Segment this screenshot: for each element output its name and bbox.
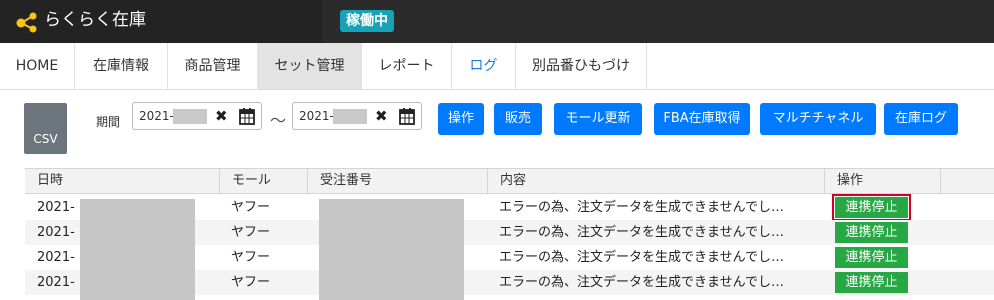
column-header-action: 操作 xyxy=(824,169,940,193)
nav-report[interactable]: レポート xyxy=(362,43,452,89)
column-header-content: 内容 xyxy=(487,169,824,193)
sales-button[interactable]: 販売 xyxy=(494,103,542,135)
stop-integration-button[interactable]: 連携停止 xyxy=(835,247,908,268)
column-header-extra xyxy=(940,169,994,193)
stop-integration-button[interactable]: 連携停止 xyxy=(835,222,908,243)
clear-icon[interactable]: ✖ xyxy=(215,107,228,125)
main-nav: HOME 在庫情報 商品管理 セット管理 レポート ログ 別品番ひもづけ xyxy=(0,43,994,90)
operation-button[interactable]: 操作 xyxy=(438,103,484,135)
nav-set-management[interactable]: セット管理 xyxy=(258,43,362,89)
column-header-mall: モール xyxy=(219,169,307,193)
cell-content: エラーの為、注文データを生成できませんでし… xyxy=(499,275,784,290)
csv-button[interactable]: CSV xyxy=(24,103,67,154)
date-from-field[interactable]: 2021- ✖ xyxy=(132,102,262,130)
brand-area: らくらく在庫 xyxy=(0,0,322,43)
redacted-order-number-mask xyxy=(319,199,464,300)
cell-datetime: 2021- xyxy=(37,250,75,265)
redacted-mask xyxy=(333,109,367,124)
calendar-icon[interactable] xyxy=(239,107,255,125)
app-name[interactable]: らくらく在庫 xyxy=(44,10,146,30)
column-header-order-number: 受注番号 xyxy=(307,169,487,193)
nav-products[interactable]: 商品管理 xyxy=(168,43,258,89)
cell-content: エラーの為、注文データを生成できませんでし… xyxy=(499,250,784,265)
stock-log-button[interactable]: 在庫ログ xyxy=(884,103,958,135)
cell-mall: ヤフー xyxy=(231,250,271,265)
cell-datetime: 2021- xyxy=(37,275,75,290)
share-network-icon xyxy=(16,12,37,33)
nav-inventory[interactable]: 在庫情報 xyxy=(75,43,168,89)
nav-log[interactable]: ログ xyxy=(452,43,516,89)
cell-mall: ヤフー xyxy=(231,200,271,215)
period-label: 期間 xyxy=(96,115,121,129)
log-table: 日時 モール 受注番号 内容 操作 2021- ヤフー エラーの為、注文データを… xyxy=(25,168,994,300)
date-range-separator: ～ xyxy=(270,111,287,130)
clear-icon[interactable]: ✖ xyxy=(375,107,388,125)
cell-datetime: 2021- xyxy=(37,225,75,240)
cell-content: エラーの為、注文データを生成できませんでし… xyxy=(499,225,784,240)
stop-integration-button[interactable]: 連携停止 xyxy=(832,194,911,221)
csv-label: CSV xyxy=(33,132,58,146)
calendar-icon[interactable] xyxy=(399,107,415,125)
redacted-datetime-mask xyxy=(80,199,195,300)
redacted-mask xyxy=(173,109,207,124)
date-to-value: 2021- xyxy=(299,109,334,123)
top-bar: らくらく在庫 稼働中 xyxy=(0,0,994,43)
cell-content: エラーの為、注文データを生成できませんでし… xyxy=(499,200,784,215)
date-from-value: 2021- xyxy=(139,109,174,123)
table-header: 日時 モール 受注番号 内容 操作 xyxy=(25,168,994,194)
multichannel-button[interactable]: マルチチャネル xyxy=(760,103,876,135)
mall-update-button[interactable]: モール更新 xyxy=(554,103,642,135)
stop-integration-button[interactable]: 連携停止 xyxy=(835,272,908,293)
nav-home[interactable]: HOME xyxy=(0,43,75,89)
nav-alt-sku-link[interactable]: 別品番ひもづけ xyxy=(516,43,647,89)
cell-mall: ヤフー xyxy=(231,275,271,290)
column-header-datetime: 日時 xyxy=(37,173,64,188)
cell-datetime: 2021- xyxy=(37,200,75,215)
status-badge: 稼働中 xyxy=(340,10,394,32)
date-to-field[interactable]: 2021- ✖ xyxy=(292,102,422,130)
fba-stock-fetch-button[interactable]: FBA在庫取得 xyxy=(654,103,750,135)
cell-mall: ヤフー xyxy=(231,225,271,240)
